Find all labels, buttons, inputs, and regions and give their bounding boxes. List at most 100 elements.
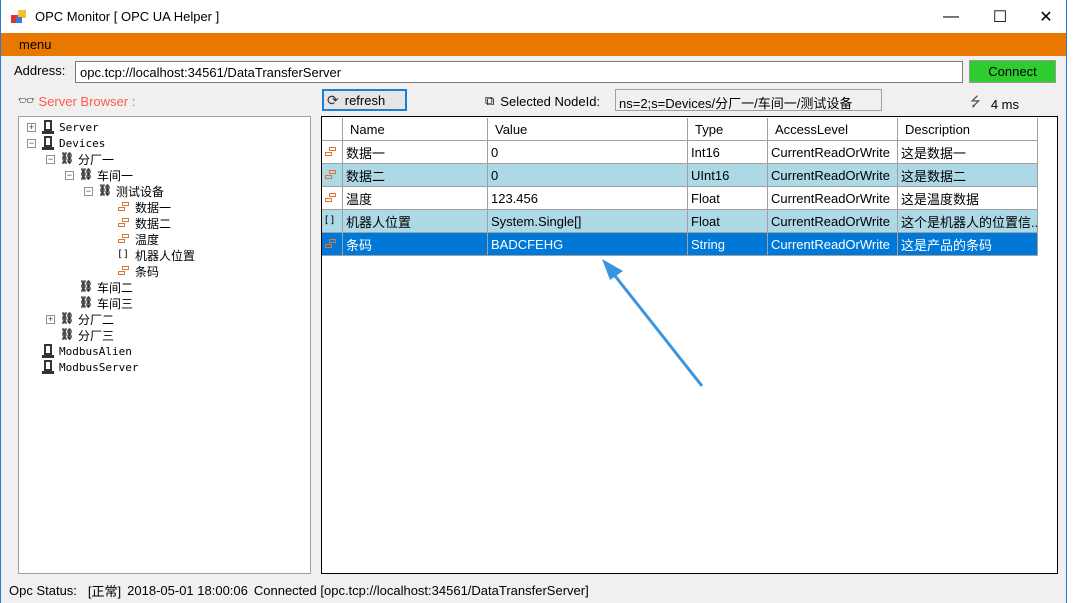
server-icon: [41, 136, 55, 150]
collapse-icon[interactable]: −: [46, 154, 55, 164]
address-input[interactable]: [75, 61, 963, 83]
tree-node[interactable]: − ⛓ 分厂一: [46, 151, 114, 167]
table-cell[interactable]: 123.456: [488, 187, 688, 210]
tree-node[interactable]: ModbusServer: [27, 359, 138, 375]
collapse-icon[interactable]: −: [27, 138, 36, 148]
server-icon: [41, 120, 55, 134]
array-icon: []: [323, 215, 336, 226]
table-cell[interactable]: Float: [688, 187, 768, 210]
tree-node[interactable]: ⛓ 分厂三: [46, 327, 114, 343]
refresh-button[interactable]: ⟳ refresh: [322, 89, 407, 111]
table-row[interactable]: 数据一 0 Int16 CurrentReadOrWrite 这是数据一: [322, 141, 1038, 164]
tree-node-label: 分厂一: [78, 152, 115, 167]
table-row[interactable]: 数据二 0 UInt16 CurrentReadOrWrite 这是数据二: [322, 164, 1038, 187]
table-cell[interactable]: 0: [488, 164, 688, 187]
tree-node[interactable]: 条码: [103, 263, 159, 279]
tree-node[interactable]: 数据二: [103, 215, 171, 231]
column-header[interactable]: Description: [898, 118, 1038, 141]
table-cell[interactable]: CurrentReadOrWrite: [768, 210, 898, 233]
selected-nodeid-field[interactable]: ns=2;s=Devices/分厂一/车间一/测试设备: [615, 89, 882, 111]
variable-icon: [117, 200, 131, 214]
table-cell[interactable]: CurrentReadOrWrite: [768, 233, 898, 256]
table-cell[interactable]: String: [688, 233, 768, 256]
table-cell[interactable]: BADCFEHG: [488, 233, 688, 256]
tree-node[interactable]: − ⛓ 车间一: [65, 167, 133, 183]
object-icon: ⛓: [98, 185, 112, 197]
table-cell[interactable]: System.Single[]: [488, 210, 688, 233]
maximize-button[interactable]: ☐: [977, 0, 1023, 33]
table-cell[interactable]: 数据二: [343, 164, 488, 187]
column-header[interactable]: AccessLevel: [768, 118, 898, 141]
connect-button[interactable]: Connect: [969, 60, 1056, 83]
row-icon-cell: [322, 141, 343, 164]
table-cell[interactable]: 这是温度数据: [898, 187, 1038, 210]
variable-icon: [324, 145, 338, 159]
tree-node[interactable]: + Server: [27, 119, 99, 135]
row-header-corner: [322, 118, 343, 141]
table-row[interactable]: [] 机器人位置 System.Single[] Float CurrentReadOr…: [322, 210, 1038, 233]
table-cell[interactable]: CurrentReadOrWrite: [768, 187, 898, 210]
table-cell[interactable]: 温度: [343, 187, 488, 210]
array-icon: []: [117, 249, 130, 260]
table-cell[interactable]: 这是数据二: [898, 164, 1038, 187]
column-header[interactable]: Name: [343, 118, 488, 141]
tree-node-label: 条码: [135, 264, 160, 279]
table-cell[interactable]: 条码: [343, 233, 488, 256]
object-icon: ⛓: [60, 329, 74, 341]
title-bar: OPC Monitor [ OPC UA Helper ] — ☐ ✕: [1, 0, 1066, 33]
tree-node-label: 车间一: [97, 168, 134, 183]
refresh-icon: ⟳: [327, 91, 339, 108]
object-icon: ⛓: [79, 297, 93, 309]
tree-node[interactable]: 数据一: [103, 199, 171, 215]
tree-node[interactable]: + ⛓ 分厂二: [46, 311, 114, 327]
tree-node-label: Server: [59, 120, 99, 134]
collapse-icon[interactable]: −: [65, 170, 74, 180]
tree-node[interactable]: − Devices: [27, 135, 105, 151]
server-tree[interactable]: + Server − Devices − ⛓ 分厂一 − ⛓ 车间一 − ⛓ 测试设备 数据一 数据二 温度[…: [18, 116, 311, 574]
table-cell[interactable]: 机器人位置: [343, 210, 488, 233]
address-label: Address:: [14, 63, 66, 78]
tree-node[interactable]: ⛓ 车间三: [65, 295, 133, 311]
node-grid[interactable]: Name Value Type AccessLevel Description 数据一 0 I…: [321, 116, 1058, 574]
tree-node[interactable]: − ⛓ 测试设备: [84, 183, 164, 199]
status-message: Connected [opc.tcp://localhost:34561/Dat…: [253, 583, 589, 598]
glasses-icon: 👓︎: [18, 93, 35, 108]
table-row[interactable]: 条码 BADCFEHG String CurrentReadOrWrite 这是产品的条…: [322, 233, 1038, 256]
tree-node[interactable]: ModbusAlien: [27, 343, 132, 359]
variable-icon: [117, 264, 131, 278]
tree-node[interactable]: [] 机器人位置: [103, 247, 195, 263]
table-cell[interactable]: CurrentReadOrWrite: [768, 164, 898, 187]
row-icon-cell: [322, 233, 343, 256]
server-browser-label: 👓︎ Server Browser :: [18, 93, 136, 109]
main-window: OPC Monitor [ OPC UA Helper ] — ☐ ✕ menu…: [0, 0, 1067, 603]
tree-node-label: 分厂三: [78, 328, 115, 343]
table-cell[interactable]: 这是产品的条码: [898, 233, 1038, 256]
column-header[interactable]: Value: [488, 118, 688, 141]
object-icon: ⛓: [60, 313, 74, 325]
table-row[interactable]: 温度 123.456 Float CurrentReadOrWrite 这是温度数据: [322, 187, 1038, 210]
close-button[interactable]: ✕: [1023, 0, 1069, 33]
variable-icon: [324, 191, 338, 205]
table-cell[interactable]: CurrentReadOrWrite: [768, 141, 898, 164]
tree-node-label: ModbusServer: [59, 360, 139, 374]
expand-icon[interactable]: +: [46, 314, 55, 324]
variable-icon: [324, 168, 338, 182]
table-cell[interactable]: UInt16: [688, 164, 768, 187]
minimize-button[interactable]: —: [928, 0, 974, 33]
status-time: 2018-05-01 18:00:06: [127, 583, 248, 598]
table-cell[interactable]: 0: [488, 141, 688, 164]
table-cell[interactable]: 这个是机器人的位置信...: [898, 210, 1038, 233]
selected-nodeid-label: ⧉ Selected NodeId:: [485, 93, 601, 109]
column-header[interactable]: Type: [688, 118, 768, 141]
table-cell[interactable]: Int16: [688, 141, 768, 164]
tree-node[interactable]: 温度: [103, 231, 159, 247]
collapse-icon[interactable]: −: [84, 186, 93, 196]
table-cell[interactable]: 数据一: [343, 141, 488, 164]
window-title: OPC Monitor [ OPC UA Helper ]: [35, 9, 220, 24]
variable-icon: [324, 237, 338, 251]
table-cell[interactable]: 这是数据一: [898, 141, 1038, 164]
table-cell[interactable]: Float: [688, 210, 768, 233]
menu-item[interactable]: menu: [19, 37, 52, 52]
tree-node[interactable]: ⛓ 车间二: [65, 279, 133, 295]
expand-icon[interactable]: +: [27, 122, 36, 132]
